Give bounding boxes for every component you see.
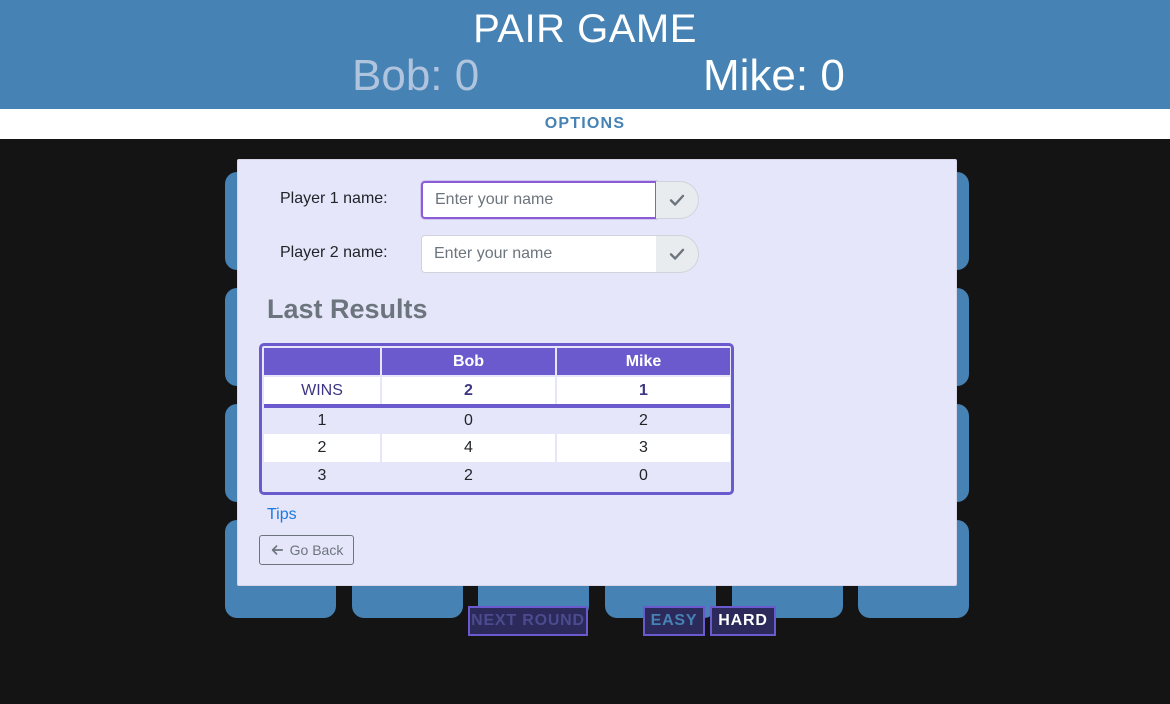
player2-confirm-button[interactable] <box>656 235 699 273</box>
wins-label: WINS <box>264 376 381 408</box>
player1-name-input[interactable] <box>421 181 657 219</box>
easy-button[interactable]: EASY <box>643 606 705 636</box>
options-bar: OPTIONS <box>0 109 1170 139</box>
player1-name: Bob <box>352 51 431 100</box>
go-back-label: Go Back <box>289 542 344 558</box>
wins-player2: 1 <box>555 376 730 408</box>
results-table-frame: Bob Mike WINS 2 1 1 0 2 2 4 3 3 2 0 <box>259 343 734 495</box>
round-player1-score: 2 <box>380 462 556 490</box>
round-player1-score: 4 <box>380 434 556 462</box>
round-player2-score: 3 <box>555 434 730 462</box>
check-icon <box>669 248 685 260</box>
round-number: 1 <box>264 406 381 434</box>
results-table: Bob Mike WINS 2 1 1 0 2 2 4 3 3 2 0 <box>264 348 730 490</box>
player2-name-row: Player 2 name: <box>238 235 958 273</box>
player2-name-label: Player 2 name: <box>280 244 388 261</box>
app-header: PAIR GAME Bob: 0 Mike: 0 <box>0 0 1170 109</box>
score-separator: : <box>430 51 455 100</box>
go-back-button[interactable]: Go Back <box>259 535 354 565</box>
player1-name-row: Player 1 name: <box>238 181 958 219</box>
wins-player1: 2 <box>380 376 556 408</box>
options-modal: Player 1 name: Player 2 name: Last Resul… <box>237 159 957 586</box>
results-header-player2: Mike <box>555 348 730 377</box>
round-player2-score: 2 <box>555 406 730 434</box>
tips-link[interactable]: Tips <box>267 506 297 524</box>
player2-name-input[interactable] <box>421 235 657 273</box>
game-title: PAIR GAME <box>473 7 697 51</box>
arrow-left-icon <box>271 545 283 555</box>
next-round-button[interactable]: NEXT ROUND <box>468 606 588 636</box>
wins-row: WINS 2 1 <box>264 376 730 408</box>
score-separator: : <box>795 51 821 100</box>
player1-confirm-button[interactable] <box>656 181 699 219</box>
hard-button[interactable]: HARD <box>710 606 776 636</box>
results-header-player1: Bob <box>380 348 557 377</box>
player1-name-label: Player 1 name: <box>280 190 388 207</box>
table-row: 3 2 0 <box>264 462 730 490</box>
check-icon <box>669 194 685 206</box>
player2-score-value: 0 <box>820 51 845 100</box>
player1-score-value: 0 <box>454 51 480 100</box>
round-player2-score: 0 <box>555 462 730 490</box>
player1-score: Bob: 0 <box>352 52 479 100</box>
results-header-blank <box>264 348 382 377</box>
results-header-row: Bob Mike <box>264 348 730 377</box>
round-player1-score: 0 <box>380 406 556 434</box>
results-title: Last Results <box>267 294 428 324</box>
round-number: 2 <box>264 434 381 462</box>
table-row: 2 4 3 <box>264 434 730 462</box>
player2-name: Mike <box>703 51 796 100</box>
table-row: 1 0 2 <box>264 406 730 434</box>
options-link[interactable]: OPTIONS <box>545 115 625 133</box>
player2-score: Mike: 0 <box>703 52 845 100</box>
round-number: 3 <box>264 462 381 490</box>
